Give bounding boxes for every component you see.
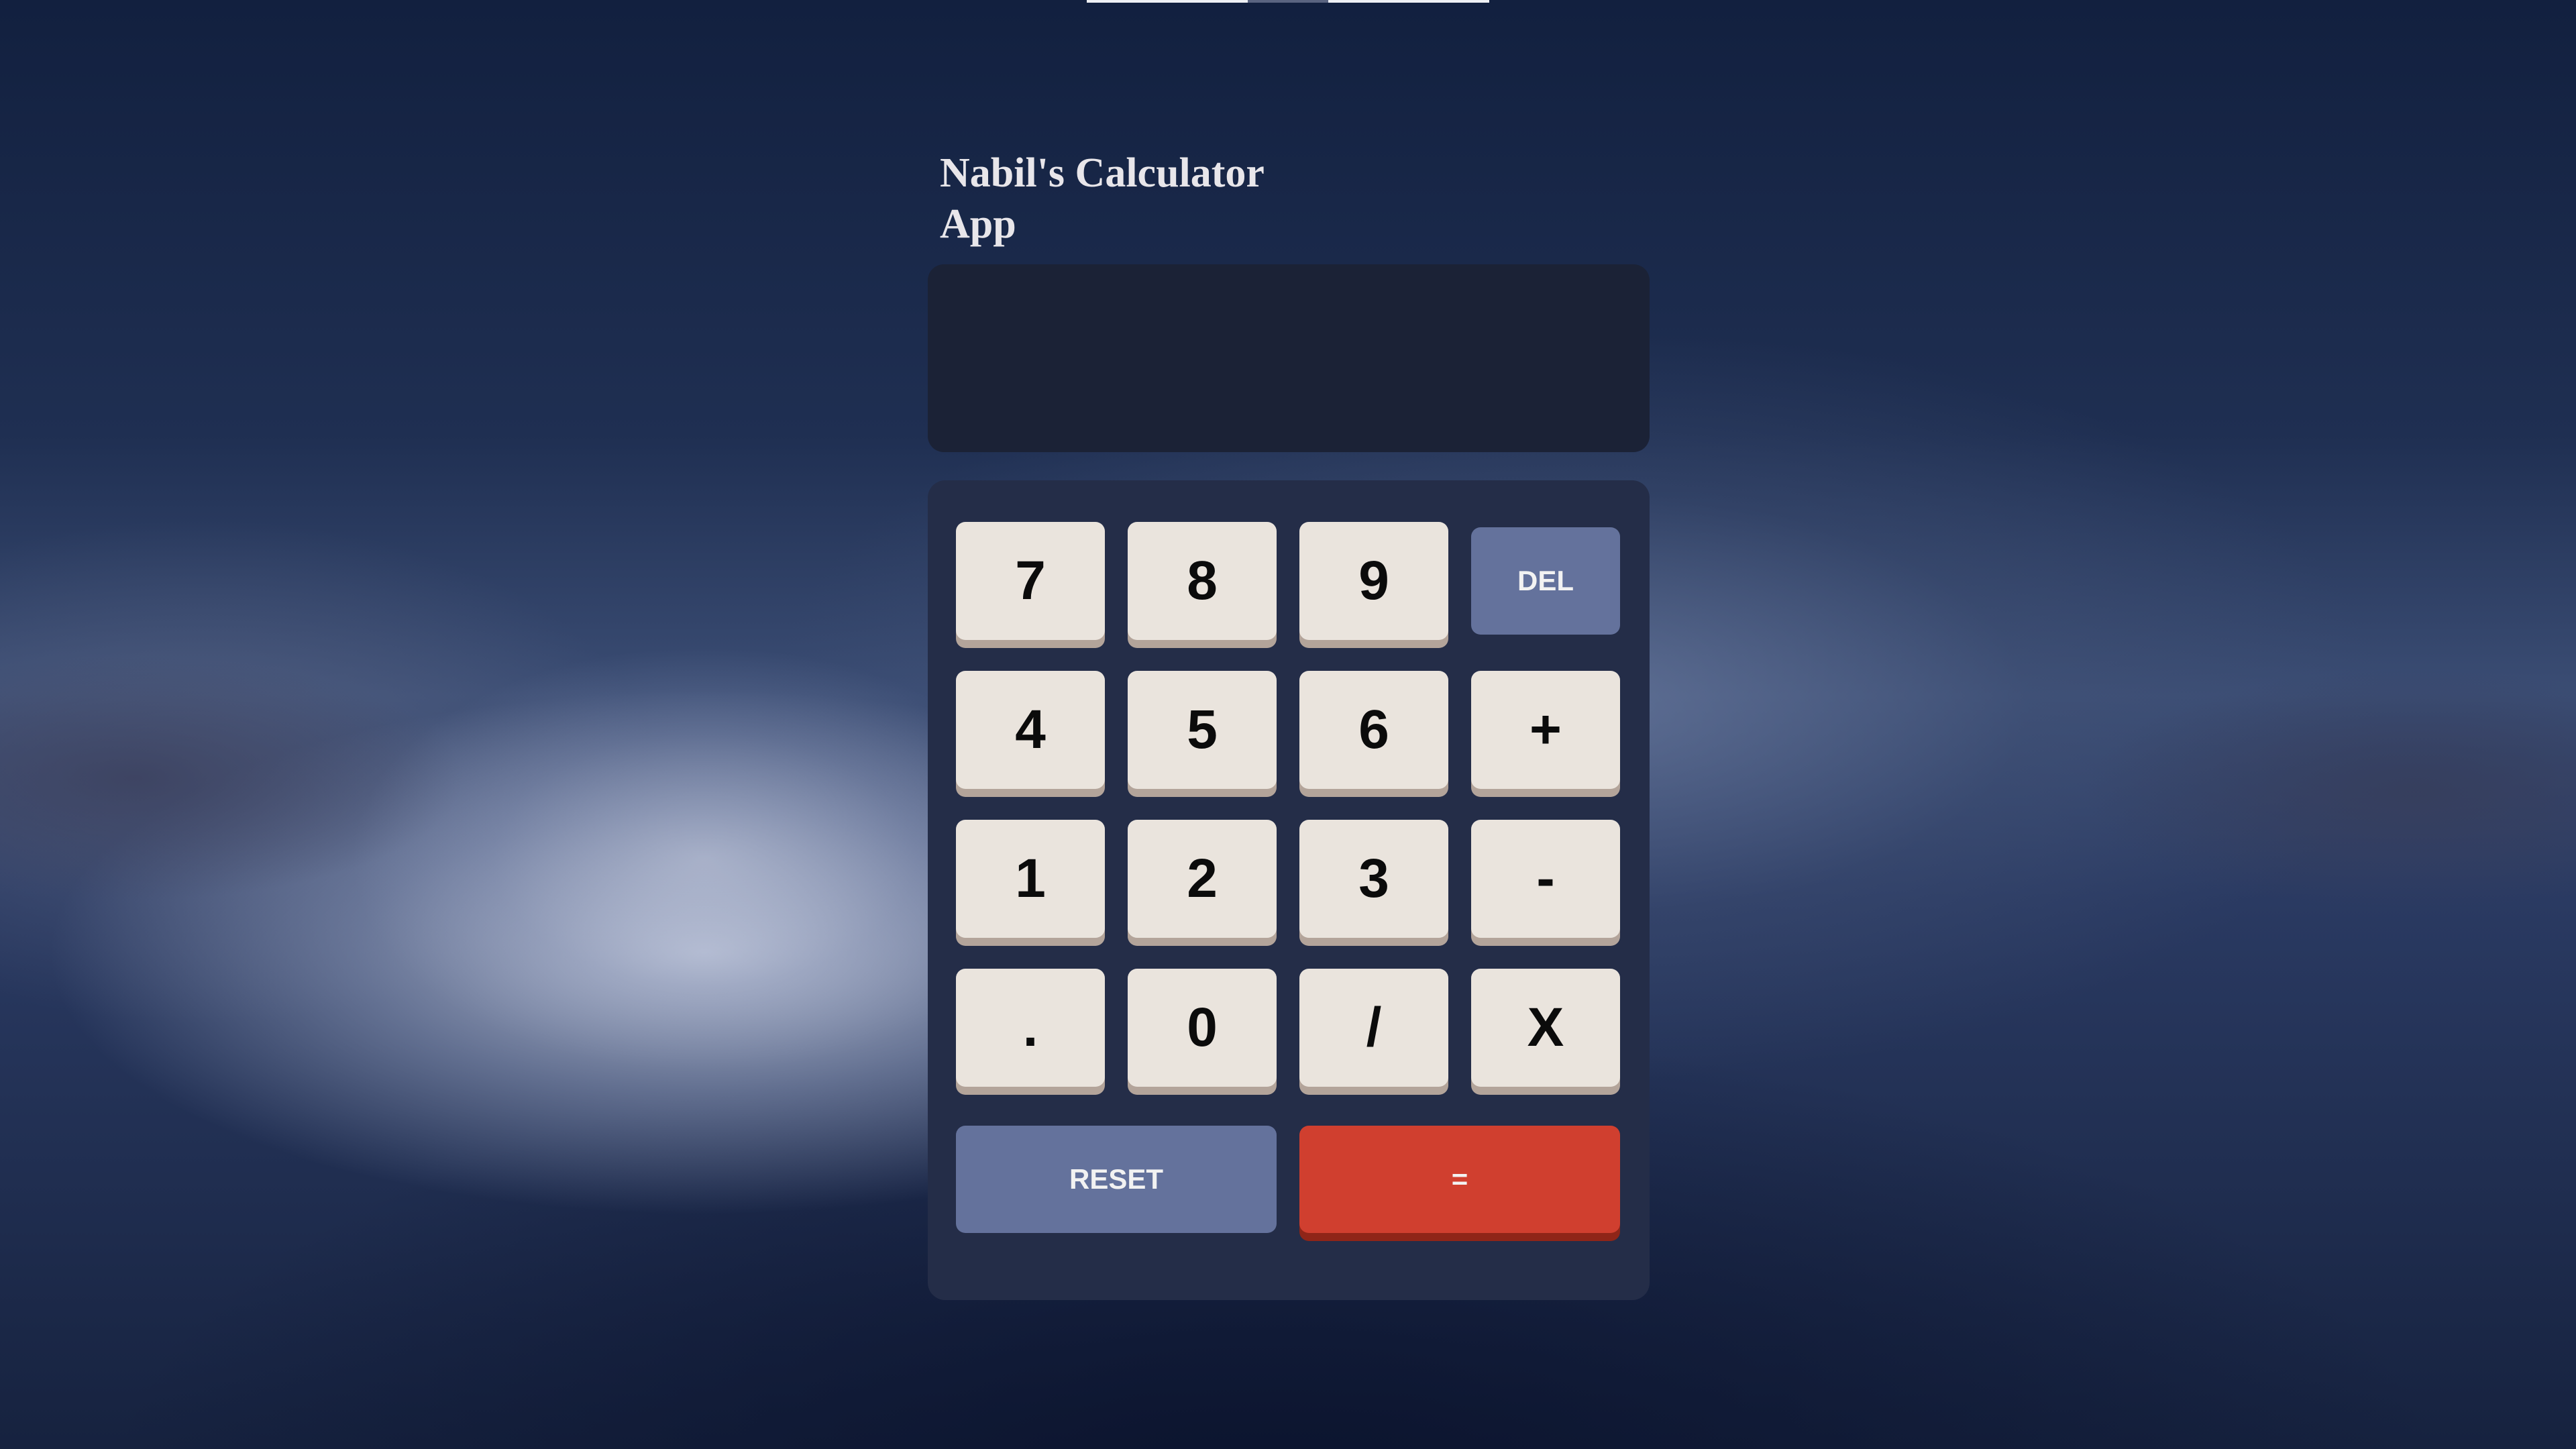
key-5[interactable]: 5 [1128, 671, 1277, 789]
top-indicator-segment [1087, 0, 1248, 3]
keypad-grid: 7 8 9 DEL 4 5 6 + 1 2 3 - . 0 / X [956, 522, 1621, 1087]
minus-button[interactable]: - [1471, 820, 1620, 938]
top-indicator-segment-active [1248, 0, 1328, 3]
key-9[interactable]: 9 [1299, 522, 1448, 640]
plus-button[interactable]: + [1471, 671, 1620, 789]
key-7[interactable]: 7 [956, 522, 1105, 640]
top-indicator-segment [1328, 0, 1489, 3]
key-8[interactable]: 8 [1128, 522, 1277, 640]
key-3[interactable]: 3 [1299, 820, 1448, 938]
top-indicator-bar [1087, 0, 1489, 3]
key-2[interactable]: 2 [1128, 820, 1277, 938]
app-title: Nabil's Calculator App [940, 150, 1264, 247]
multiply-button[interactable]: X [1471, 969, 1620, 1087]
divide-button[interactable]: / [1299, 969, 1448, 1087]
key-0[interactable]: 0 [1128, 969, 1277, 1087]
equals-button[interactable]: = [1299, 1126, 1620, 1233]
delete-button[interactable]: DEL [1471, 527, 1620, 635]
decimal-point-button[interactable]: . [956, 969, 1105, 1087]
keypad-bottom-row: RESET = [956, 1126, 1621, 1233]
reset-button[interactable]: RESET [956, 1126, 1277, 1233]
key-1[interactable]: 1 [956, 820, 1105, 938]
key-4[interactable]: 4 [956, 671, 1105, 789]
calculator-display [928, 264, 1650, 452]
calculator-app: Nabil's Calculator App 7 8 9 DEL 4 5 6 +… [928, 148, 1650, 1300]
key-6[interactable]: 6 [1299, 671, 1448, 789]
keypad: 7 8 9 DEL 4 5 6 + 1 2 3 - . 0 / X RESET … [928, 480, 1650, 1300]
